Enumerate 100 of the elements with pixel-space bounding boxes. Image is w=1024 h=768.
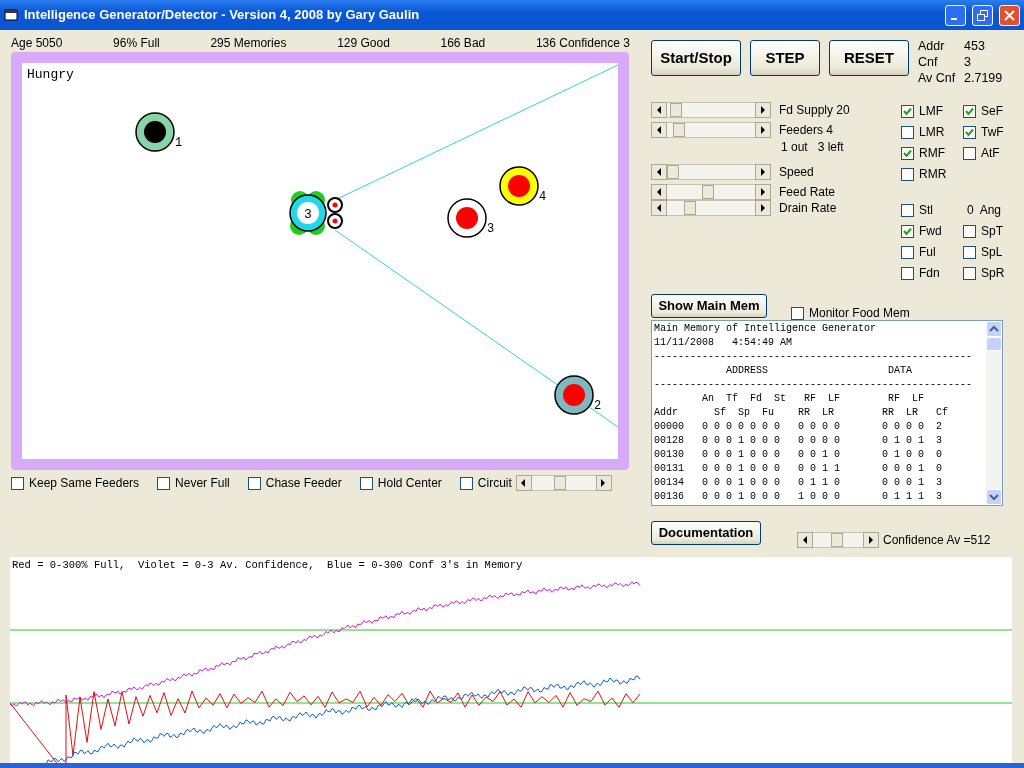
restore-icon: [977, 9, 988, 21]
checkbox[interactable]: [901, 104, 914, 118]
readout-value: 3: [964, 54, 972, 70]
slider[interactable]: [813, 532, 863, 548]
memory-line: -----------------------------------------------------: [654, 350, 974, 364]
close-button[interactable]: [999, 4, 1020, 26]
window-icon: [4, 9, 18, 21]
slider[interactable]: [667, 200, 755, 216]
checkbox[interactable]: [157, 476, 171, 490]
window-title: Intelligence Generator/Detector - Version 4, 2008 by Gary Gaulin: [24, 6, 421, 25]
checkbox-label: Chase Feeder: [265, 475, 342, 492]
readout-value: 453: [964, 38, 986, 54]
checkbox[interactable]: [901, 266, 914, 280]
scrollbar[interactable]: [986, 321, 1002, 505]
maximize-button[interactable]: [972, 4, 993, 26]
stat-text: 136 Confidence 3: [535, 35, 630, 52]
checkbox[interactable]: [901, 203, 914, 217]
readout-label: Av Cnf: [918, 70, 957, 86]
slider-thumb[interactable]: [553, 476, 566, 490]
checkbox-label: SeF: [981, 103, 1003, 120]
checkbox[interactable]: [359, 476, 373, 490]
checkbox[interactable]: [901, 167, 914, 181]
checkbox-label: Monitor Food Mem: [809, 305, 910, 322]
action-button[interactable]: Start/Stop: [651, 40, 741, 76]
checkbox-label: Ful: [919, 244, 936, 261]
left-arrow-icon: [521, 479, 527, 487]
show-main-mem-button[interactable]: Show Main Mem: [651, 294, 767, 318]
readout-label: Addr: [918, 38, 946, 54]
slider[interactable]: [667, 122, 755, 138]
checkbox-label: TwF: [981, 124, 1004, 141]
slider[interactable]: [531, 475, 596, 491]
documentation-button[interactable]: Documentation: [651, 521, 761, 545]
feeder-label: 3: [487, 222, 495, 236]
checkbox-label: LMR: [919, 124, 945, 141]
check-icon: [965, 127, 974, 137]
check-icon: [965, 106, 974, 116]
right-arrow-icon: [601, 479, 607, 487]
checkbox-label: Fdn: [919, 265, 940, 282]
checkbox[interactable]: [247, 476, 261, 490]
memory-line: An Tf Fd St RF LF RF LF: [701, 392, 926, 406]
readout-value: 2.7199: [964, 70, 1003, 86]
checkbox[interactable]: [963, 266, 976, 280]
checkbox-label: Circuit: [477, 475, 512, 492]
critter-drawing: [289, 191, 343, 235]
slider-label: Speed: [779, 164, 814, 181]
right-arrow-icon: [760, 168, 766, 176]
checkbox[interactable]: [901, 245, 914, 259]
memory-line: Main Memory of Intelligence Generator: [654, 322, 878, 336]
stat-text: Age 5050: [11, 35, 63, 52]
checkbox-label: SpT: [981, 223, 1003, 240]
close-icon: [1004, 9, 1015, 21]
slider-label: Feeders 4: [779, 122, 834, 139]
slider[interactable]: [667, 184, 755, 200]
stat-text: 129 Good: [337, 35, 390, 52]
left-arrow-icon: [656, 126, 662, 134]
slider-thumb[interactable]: [673, 123, 686, 137]
checkbox-label: Stl: [919, 202, 933, 219]
slider-note: 1 out 3 left: [781, 139, 845, 156]
slider[interactable]: [667, 164, 755, 180]
memory-line: Addr Sf Sp Fu RR LR RR LR Cf: [654, 406, 950, 420]
checkbox[interactable]: [791, 306, 804, 320]
readout-label: Cnf: [918, 54, 939, 70]
memory-line: 00130 0 0 0 1 0 0 0 0 0 1 0 0 1 0 0 0: [654, 448, 944, 462]
memory-line: 00128 0 0 0 1 0 0 0 0 0 0 0 0 1 0 1 3: [654, 434, 944, 448]
feeder-drawing: [447, 198, 487, 238]
action-button[interactable]: STEP: [750, 40, 820, 76]
action-button[interactable]: RESET: [829, 40, 909, 76]
left-arrow-icon: [656, 106, 662, 114]
checkbox-label: SpR: [981, 265, 1005, 282]
checkbox[interactable]: [963, 146, 976, 160]
checkbox-label: LMF: [919, 103, 943, 120]
feeder-label: 1: [175, 136, 183, 150]
minimize-button[interactable]: [945, 4, 966, 26]
slider-label: Confidence Av =512: [883, 532, 991, 549]
checkbox[interactable]: [963, 224, 976, 238]
checkbox[interactable]: [963, 125, 976, 139]
checkbox-label: Keep Same Feeders: [29, 475, 140, 492]
right-arrow-icon: [868, 536, 874, 544]
right-arrow-icon: [760, 126, 766, 134]
memory-line: 00136 0 0 0 1 0 0 0 1 0 0 0 0 1 1 1 3: [654, 490, 944, 504]
slider-thumb[interactable]: [702, 185, 715, 199]
slider-thumb[interactable]: [669, 103, 682, 117]
slider-thumb[interactable]: [667, 165, 679, 179]
minimize-icon: [950, 18, 957, 20]
checkbox[interactable]: [963, 245, 976, 259]
check-icon: [903, 148, 912, 158]
checkbox[interactable]: [901, 146, 914, 160]
critter-label: 3: [304, 207, 312, 222]
checkbox[interactable]: [901, 224, 914, 238]
slider-thumb[interactable]: [684, 201, 697, 215]
memory-line: -----------------------------------------------------: [654, 378, 974, 392]
checkbox[interactable]: [11, 476, 24, 490]
slider[interactable]: [667, 102, 755, 118]
checkbox[interactable]: [459, 476, 473, 490]
memory-line: 00000 0 0 0 0 0 0 0 0 0 0 0 0 0 0 0 2: [654, 420, 944, 434]
checkbox[interactable]: [963, 104, 976, 118]
checkbox[interactable]: [901, 125, 914, 139]
checkbox-label: Never Full: [175, 475, 230, 492]
slider-thumb[interactable]: [831, 533, 843, 547]
left-arrow-icon: [656, 168, 662, 176]
